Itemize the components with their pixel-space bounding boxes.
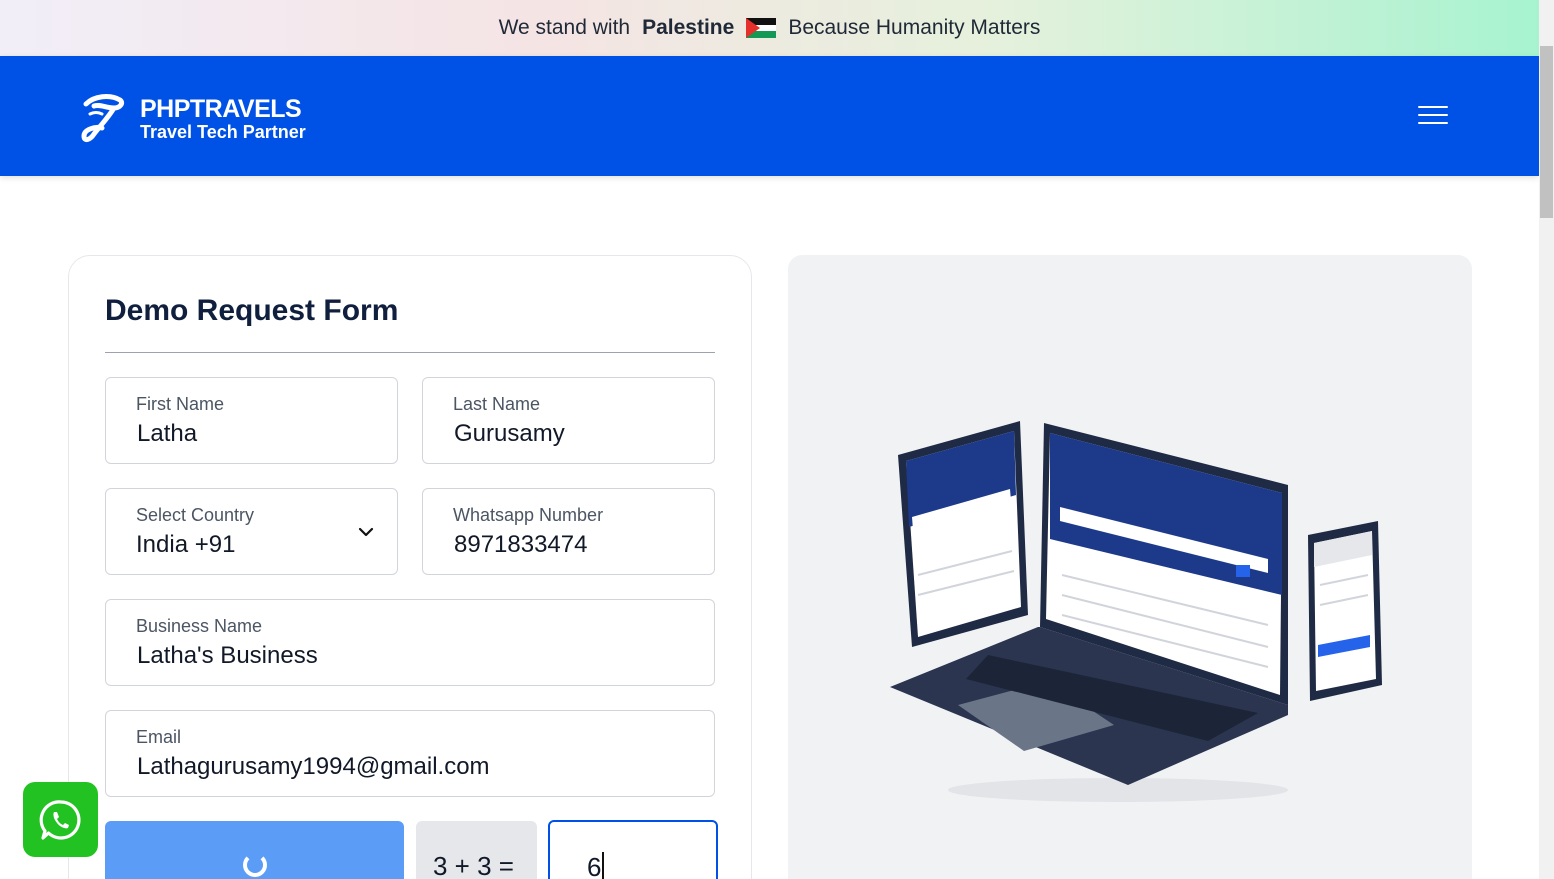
form-title: Demo Request Form — [105, 294, 399, 327]
last-name-field[interactable]: Last Name Gurusamy — [422, 377, 715, 464]
device-mockup-image — [890, 421, 1382, 802]
logo-title: PHPTRAVELS — [140, 96, 302, 123]
hamburger-menu-icon[interactable] — [1418, 106, 1448, 128]
business-name-input[interactable]: Latha's Business — [137, 642, 318, 670]
solidarity-banner: We stand with Palestine Because Humanity… — [0, 0, 1539, 56]
last-name-input[interactable]: Gurusamy — [454, 420, 565, 448]
scrollbar-thumb[interactable] — [1540, 46, 1553, 218]
device-mockup-panel — [788, 255, 1472, 879]
country-select[interactable]: Select Country India +91 — [105, 488, 398, 575]
title-divider — [105, 352, 715, 353]
whatsapp-number-field[interactable]: Whatsapp Number 8971833474 — [422, 488, 715, 575]
page-scrollbar[interactable] — [1539, 0, 1554, 879]
first-name-label: First Name — [136, 394, 225, 414]
business-name-label: Business Name — [136, 616, 263, 636]
last-name-label: Last Name — [453, 394, 541, 414]
first-name-field[interactable]: First Name Latha — [105, 377, 398, 464]
loading-spinner-icon — [243, 853, 267, 877]
demo-request-card: Demo Request Form First Name Latha Last … — [68, 255, 752, 879]
chevron-down-icon — [358, 527, 374, 537]
captcha-question-text: 3 + 3 = — [433, 851, 514, 879]
logo-mark-icon — [81, 94, 125, 143]
tablet-device-icon — [898, 421, 1028, 647]
banner-text-before: We stand with — [498, 16, 631, 39]
site-logo[interactable]: PHPTRAVELS Travel Tech Partner — [80, 92, 308, 146]
palestine-flag-icon — [746, 18, 777, 38]
country-label: Select Country — [136, 505, 255, 525]
whatsapp-icon — [39, 799, 81, 840]
whatsapp-label: Whatsapp Number — [453, 505, 604, 525]
captcha-answer-input[interactable]: 6 — [548, 820, 718, 879]
business-name-field[interactable]: Business Name Latha's Business — [105, 599, 715, 686]
site-header: PHPTRAVELS Travel Tech Partner — [0, 56, 1539, 176]
whatsapp-input[interactable]: 8971833474 — [454, 531, 587, 559]
captcha-answer-value: 6 — [587, 852, 605, 879]
banner-bold-text: Palestine — [642, 16, 735, 39]
whatsapp-chat-button[interactable] — [23, 782, 98, 857]
email-label: Email — [136, 727, 182, 747]
phone-device-icon — [1308, 521, 1382, 701]
submit-button[interactable] — [105, 821, 404, 879]
email-field[interactable]: Email Lathagurusamy1994@gmail.com — [105, 710, 715, 797]
banner-text-after: Because Humanity Matters — [788, 16, 1041, 39]
captcha-question: 3 + 3 = — [416, 821, 537, 879]
country-value: India +91 — [136, 531, 236, 558]
first-name-input[interactable]: Latha — [137, 420, 197, 448]
email-input[interactable]: Lathagurusamy1994@gmail.com — [137, 753, 490, 781]
logo-subtitle: Travel Tech Partner — [140, 122, 306, 142]
